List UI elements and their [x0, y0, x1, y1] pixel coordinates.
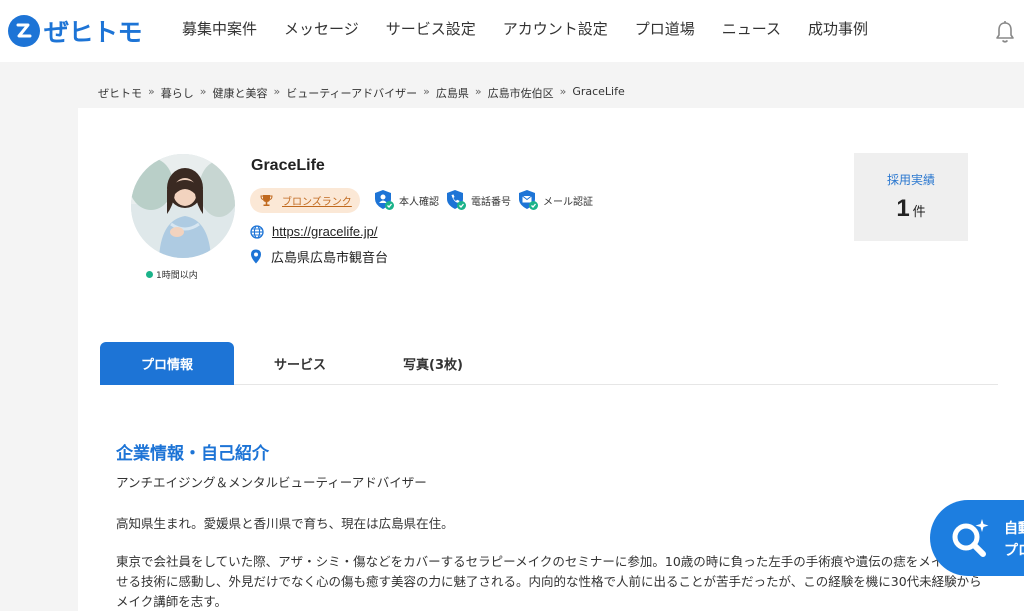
verification-label: メール認証 — [543, 196, 593, 208]
website-link[interactable]: https://gracelife.jp/ — [272, 224, 378, 239]
verification-label: 電話番号 — [471, 196, 511, 208]
breadcrumb-current: GraceLife — [572, 85, 625, 98]
tab-photos[interactable]: 写真(3枚) — [366, 342, 500, 385]
breadcrumb-separator: » — [559, 85, 567, 98]
fab-label-line1: 自動 — [1004, 521, 1024, 537]
breadcrumb-ward[interactable]: 広島市佐伯区 — [488, 85, 554, 101]
intro-story: 東京で会社員をしていた際、アザ・シミ・傷などをカバーするセラピーメイクのセミナー… — [116, 554, 982, 609]
breadcrumb-beauty-advisor[interactable]: ビューティーアドバイザー — [286, 85, 417, 101]
intro-headline: アンチエイジング＆メンタルビューティーアドバイザー — [116, 475, 427, 490]
website-row: https://gracelife.jp/ — [250, 224, 378, 239]
response-status: 1時間以内 — [146, 268, 198, 281]
zehitomo-logo[interactable]: ぜヒトモ — [8, 13, 143, 49]
breadcrumb-separator: » — [423, 85, 430, 98]
profile-tabs: プロ情報 サービス 写真(3枚) — [100, 342, 998, 385]
online-dot-icon — [146, 271, 153, 278]
response-time: 1時間以内 — [156, 271, 198, 281]
location-text: 広島県広島市観音台 — [271, 251, 389, 266]
avatar — [131, 154, 235, 258]
fab-label-line2: プロ — [1004, 543, 1024, 559]
breadcrumb-separator: » — [199, 85, 207, 98]
breadcrumb-health-beauty[interactable]: 健康と美容 — [212, 85, 267, 101]
intro-background: 高知県生まれ。愛媛県と香川県で育ち、現在は広島県在住。 — [116, 516, 454, 531]
top-header: ぜヒトモ 募集中案件 メッセージ サービス設定 アカウント設定 プロ道場 ニュー… — [0, 0, 1024, 62]
breadcrumb-separator: » — [474, 85, 482, 98]
breadcrumb-separator: » — [148, 85, 155, 98]
rank-badge[interactable]: ブロンズランク — [250, 188, 360, 213]
hire-count: 1 — [896, 195, 910, 222]
hire-record-box: 採用実績 1件 — [854, 153, 968, 241]
phone-verified-icon — [447, 190, 466, 210]
verification-list: 本人確認 電話番号 メール認証 — [373, 189, 599, 211]
breadcrumb-prefecture[interactable]: 広島県 — [436, 85, 469, 101]
auto-match-button[interactable]: 自動 プロ — [930, 500, 1024, 576]
breadcrumb-home[interactable]: ぜヒトモ — [98, 85, 142, 101]
nav-item-account-settings[interactable]: アカウント設定 — [503, 18, 608, 39]
nav-item-pro-dojo[interactable]: プロ道場 — [635, 18, 695, 39]
bell-icon[interactable] — [994, 20, 1016, 44]
rank-label[interactable]: ブロンズランク — [282, 193, 352, 208]
logo-mark-icon — [8, 15, 40, 47]
nav-item-messages[interactable]: メッセージ — [284, 18, 359, 39]
breadcrumb-separator: » — [273, 85, 281, 98]
nav-item-service-settings[interactable]: サービス設定 — [386, 18, 476, 39]
verification-email: メール認証 — [517, 189, 593, 211]
location-pin-icon — [251, 249, 261, 264]
tab-services[interactable]: サービス — [233, 342, 367, 385]
nav-item-news[interactable]: ニュース — [722, 18, 781, 39]
section-title: 企業情報・自己紹介 — [116, 444, 269, 464]
hire-record-value: 1件 — [854, 195, 968, 223]
pro-name: GraceLife — [251, 157, 325, 174]
trophy-icon — [260, 195, 273, 206]
location-row: 広島県広島市観音台 — [250, 247, 388, 266]
verification-phone: 電話番号 — [445, 189, 511, 211]
identity-verified-icon — [375, 190, 394, 210]
email-verified-icon — [519, 190, 538, 210]
verification-label: 本人確認 — [399, 196, 439, 208]
logo-text: ぜヒトモ — [44, 18, 143, 47]
verification-identity: 本人確認 — [373, 189, 439, 211]
nav-item-success-stories[interactable]: 成功事例 — [808, 18, 868, 39]
hire-record-label: 採用実績 — [886, 173, 935, 187]
tab-pro-info[interactable]: プロ情報 — [100, 342, 234, 385]
main-nav: 募集中案件 メッセージ サービス設定 アカウント設定 プロ道場 ニュース 成功事… — [182, 18, 895, 39]
hire-count-unit: 件 — [912, 205, 926, 220]
nav-item-open-requests[interactable]: 募集中案件 — [182, 18, 257, 39]
breadcrumb-living[interactable]: 暮らし — [161, 85, 194, 101]
search-sparkle-icon — [952, 519, 989, 557]
profile-card: 1時間以内 GraceLife ブロンズランク 本人確認 電話番号 メール認証 … — [78, 108, 1024, 611]
globe-icon — [250, 224, 264, 239]
breadcrumb: ぜヒトモ » 暮らし » 健康と美容 » ビューティーアドバイザー » 広島県 » 広島市… — [98, 85, 625, 101]
